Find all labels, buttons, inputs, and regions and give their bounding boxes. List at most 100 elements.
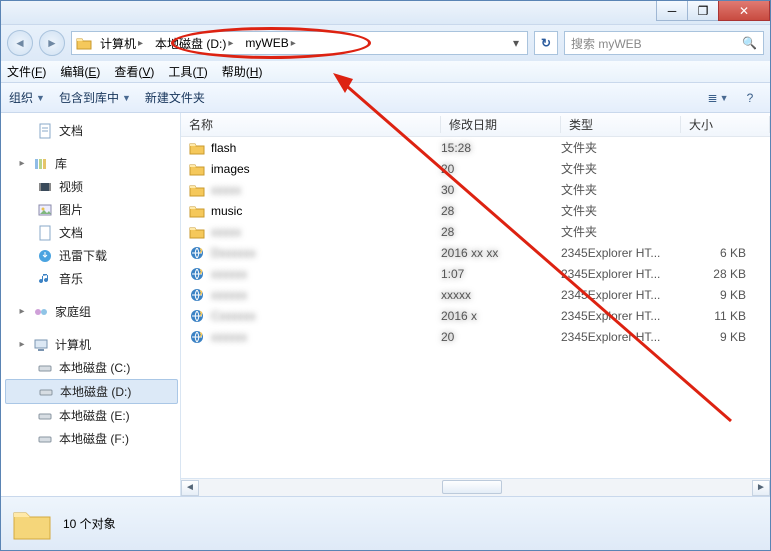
list-item[interactable]: xxxxxx1:072345Explorer HT...28 KB [181,263,770,284]
new-folder-button[interactable]: 新建文件夹 [145,89,205,106]
breadcrumb-myweb[interactable]: myWEB ▸ [241,35,299,51]
file-type: 2345Explorer HT... [561,330,681,344]
search-icon: 🔍 [742,36,757,50]
picture-icon [37,202,53,218]
help-button[interactable]: ? [738,88,762,108]
file-date: xxxxx [441,288,561,302]
address-row: ◄ ► 计算机 ▸ 本地磁盘 (D:) ▸ myWEB ▸ ▾ ↻ 搜索 myW… [1,25,770,61]
scroll-track[interactable] [199,480,752,496]
nav-drive-d[interactable]: 本地磁盘 (D:) [5,379,178,404]
address-bar[interactable]: 计算机 ▸ 本地磁盘 (D:) ▸ myWEB ▸ ▾ [71,31,528,55]
nav-homegroup[interactable]: ▸家庭组 [5,300,178,323]
chevron-right-icon[interactable]: ▸ [228,38,233,49]
view-options-button[interactable]: ≣▼ [706,88,730,108]
file-date: 15:28 [441,141,561,155]
list-item[interactable]: Cxxxxxx2016 x2345Explorer HT...11 KB [181,305,770,326]
file-name: xxxxxx [211,330,247,344]
nav-music[interactable]: 音乐 [5,267,178,290]
chevron-right-icon[interactable]: ▸ [291,38,296,49]
nav-label: 迅雷下载 [59,247,107,264]
search-input[interactable]: 搜索 myWEB 🔍 [564,31,764,55]
file-date: 2016 x [441,309,561,323]
list-item[interactable]: xxxxx28文件夹 [181,221,770,242]
breadcrumb-drive-d[interactable]: 本地磁盘 (D:) ▸ [151,34,237,53]
file-list[interactable]: flash15:28文件夹images20文件夹 xxxxx 30 文件夹 music2… [181,137,770,478]
folder-icon [189,161,205,177]
nav-drive-c[interactable]: 本地磁盘 (C:) [5,356,178,379]
file-type: 2345Explorer HT... [561,309,681,323]
file-name: xxxxx [211,183,241,197]
nav-videos[interactable]: 视频 [5,175,178,198]
menu-help[interactable]: 帮助(H) [222,63,263,80]
file-name: Cxxxxxx [211,309,256,323]
horizontal-scrollbar[interactable]: ◄ ► [181,478,770,496]
nav-drive-f[interactable]: 本地磁盘 (F:) [5,427,178,450]
list-item[interactable]: xxxxxx202345Explorer HT...9 KB [181,326,770,347]
ie-icon [189,308,205,324]
minimize-button[interactable]: ─ [656,1,688,21]
drive-icon [37,408,53,424]
address-dropdown-icon[interactable]: ▾ [509,36,523,50]
list-item[interactable]: Dxxxxxx2016 xx xx2345Explorer HT...6 KB [181,242,770,263]
breadcrumb-computer[interactable]: 计算机 ▸ [96,34,147,53]
list-item[interactable]: xxxxxxxxxxx2345Explorer HT...9 KB [181,284,770,305]
menu-file[interactable]: 文件(F) [7,63,46,80]
menu-view[interactable]: 查看(V) [114,63,154,80]
nav-pictures[interactable]: 图片 [5,198,178,221]
file-type: 2345Explorer HT... [561,288,681,302]
file-size: 9 KB [681,288,770,302]
list-item[interactable]: flash15:28文件夹 [181,137,770,158]
file-name: Dxxxxxx [211,246,256,260]
file-type: 文件夹 [561,139,681,156]
nav-forward-button[interactable]: ► [39,30,65,56]
navigation-pane[interactable]: 文档 ▸ 库 视频 图片 文档 迅雷下载 音乐 ▸家庭组 ▸计算机 本地 [1,113,181,496]
file-date: 30 [441,183,561,197]
menu-tools[interactable]: 工具(T) [168,63,207,80]
list-item[interactable]: images20文件夹 [181,158,770,179]
organize-button[interactable]: 组织 ▼ [9,89,45,106]
nav-label: 库 [55,155,67,172]
list-item[interactable]: xxxxx30文件夹 [181,179,770,200]
maximize-button[interactable]: ❐ [687,1,719,21]
file-date: 1:07 [441,267,561,281]
folder-icon [189,182,205,198]
chevron-down-icon: ▼ [36,93,45,103]
scroll-thumb[interactable] [442,480,502,494]
file-date: 20 [441,162,561,176]
expand-icon[interactable]: ▸ [17,306,27,317]
file-date: 28 [441,204,561,218]
nav-label: 音乐 [59,270,83,287]
column-headers: 名称 修改日期 类型 大小 [181,113,770,137]
download-icon [37,248,53,264]
list-item[interactable]: music28文件夹 [181,200,770,221]
nav-back-button[interactable]: ◄ [7,30,33,56]
scroll-right-button[interactable]: ► [752,480,770,496]
col-type[interactable]: 类型 [561,116,681,133]
expand-icon[interactable]: ▸ [17,339,27,350]
status-bar: 10 个对象 [1,496,770,550]
menu-edit[interactable]: 编辑(E) [60,63,100,80]
col-date[interactable]: 修改日期 [441,116,561,133]
scroll-left-button[interactable]: ◄ [181,480,199,496]
nav-documents[interactable]: 文档 [5,119,178,142]
ie-icon [189,266,205,282]
close-button[interactable]: ✕ [718,1,770,21]
col-name[interactable]: 名称 [181,116,441,133]
col-size[interactable]: 大小 [681,116,770,133]
include-in-library-button[interactable]: 包含到库中 ▼ [59,89,131,106]
nav-computer[interactable]: ▸计算机 [5,333,178,356]
document-icon [37,225,53,241]
nav-documents-lib[interactable]: 文档 [5,221,178,244]
file-size: 28 KB [681,267,770,281]
nav-label: 本地磁盘 (F:) [59,430,129,447]
nav-drive-e[interactable]: 本地磁盘 (E:) [5,404,178,427]
nav-thunder[interactable]: 迅雷下载 [5,244,178,267]
file-size: 9 KB [681,330,770,344]
chevron-right-icon[interactable]: ▸ [138,38,143,49]
expand-icon[interactable]: ▸ [17,158,27,169]
nav-label: 图片 [59,201,83,218]
file-size: 6 KB [681,246,770,260]
refresh-button[interactable]: ↻ [534,31,558,55]
nav-label: 文档 [59,122,83,139]
nav-libraries[interactable]: ▸ 库 [5,152,178,175]
